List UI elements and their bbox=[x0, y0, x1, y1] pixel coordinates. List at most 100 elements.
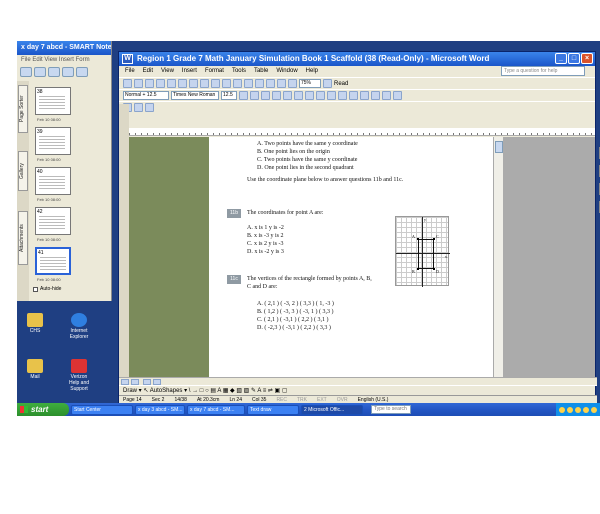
font-select[interactable]: Times New Roman bbox=[171, 91, 219, 100]
columns-icon[interactable] bbox=[266, 79, 275, 88]
show-hide-icon[interactable] bbox=[288, 79, 297, 88]
menu-table[interactable]: Table bbox=[254, 66, 268, 77]
new-icon[interactable] bbox=[123, 79, 132, 88]
taskbar-button[interactable]: x day 7 abcd - SM... bbox=[187, 404, 245, 415]
desktop-icon-verizon-help[interactable]: Verizon Help and Support bbox=[67, 359, 91, 392]
cut-icon[interactable] bbox=[189, 79, 198, 88]
tray-icon[interactable] bbox=[575, 406, 581, 413]
menu-tools[interactable]: Tools bbox=[232, 66, 246, 77]
toolbar-icon[interactable] bbox=[145, 103, 154, 112]
paste-icon[interactable] bbox=[211, 79, 220, 88]
align-center-icon[interactable] bbox=[283, 91, 292, 100]
formatting-toolbar: Normal + 12.5 Times New Roman 12.5 bbox=[119, 89, 595, 101]
tab-page-sorter[interactable]: Page Sorter bbox=[18, 85, 28, 133]
forward-icon[interactable] bbox=[34, 67, 46, 77]
horizontal-ruler[interactable] bbox=[129, 128, 595, 136]
word-title-bar[interactable]: W Region 1 Grade 7 Math January Simulati… bbox=[119, 52, 595, 66]
page-icon[interactable] bbox=[48, 67, 60, 77]
drawing-icon[interactable] bbox=[277, 79, 286, 88]
tray-icon[interactable] bbox=[591, 406, 597, 413]
document-workspace: A. Two points have the same y coordinate… bbox=[129, 137, 497, 377]
tray-icon[interactable] bbox=[583, 406, 589, 413]
tray-icon[interactable] bbox=[559, 406, 565, 413]
taskbar-button[interactable]: Text draw bbox=[247, 404, 299, 415]
size-select[interactable]: 12.5 bbox=[221, 91, 237, 100]
vertical-scrollbar[interactable] bbox=[493, 137, 503, 377]
font-color-icon[interactable] bbox=[393, 91, 402, 100]
taskbar-button[interactable]: x day 3 abcd - SM... bbox=[135, 404, 185, 415]
save-icon[interactable] bbox=[76, 67, 88, 77]
tab-gallery[interactable]: Gallery bbox=[18, 151, 28, 191]
tab-attachments[interactable]: Attachments bbox=[18, 211, 28, 265]
hyperlink-icon[interactable] bbox=[244, 79, 253, 88]
taskbar-button-active[interactable]: 2 Microsoft Offic... bbox=[301, 404, 363, 415]
thumbnail-page-selected[interactable]: 41 bbox=[35, 247, 71, 275]
table-icon[interactable] bbox=[255, 79, 264, 88]
point-d bbox=[433, 268, 435, 270]
document-page[interactable]: A. Two points have the same y coordinate… bbox=[209, 137, 497, 377]
autoshapes-menu[interactable]: AutoShapes bbox=[150, 388, 183, 394]
thumbnail-page[interactable]: 42 bbox=[35, 207, 71, 235]
read-button[interactable]: Read bbox=[334, 81, 348, 87]
scroll-thumb[interactable] bbox=[495, 141, 503, 153]
style-select[interactable]: Normal + 12.5 bbox=[123, 91, 169, 100]
taskbar-button[interactable]: Start Center bbox=[71, 404, 133, 415]
italic-icon[interactable] bbox=[250, 91, 259, 100]
numbering-icon[interactable] bbox=[327, 91, 336, 100]
copy-icon[interactable] bbox=[200, 79, 209, 88]
close-button[interactable]: × bbox=[581, 53, 593, 64]
side-tabs: Page Sorter Gallery Attachments bbox=[17, 81, 29, 301]
highlight-icon[interactable] bbox=[382, 91, 391, 100]
increase-indent-icon[interactable] bbox=[360, 91, 369, 100]
menu-edit[interactable]: Edit bbox=[143, 66, 153, 77]
menu-insert[interactable]: Insert bbox=[182, 66, 197, 77]
align-left-icon[interactable] bbox=[272, 91, 281, 100]
screen-icon[interactable] bbox=[62, 67, 74, 77]
spelling-icon[interactable] bbox=[178, 79, 187, 88]
desktop-icon-internet-explorer[interactable]: Internet Explorer bbox=[67, 313, 91, 340]
toolbar-icon[interactable] bbox=[134, 103, 143, 112]
preview-icon[interactable] bbox=[167, 79, 176, 88]
maximize-button[interactable]: □ bbox=[568, 53, 580, 64]
thumbnail-page[interactable]: 39 bbox=[35, 127, 71, 155]
menu-help[interactable]: Help bbox=[306, 66, 318, 77]
taskbar-search-input[interactable]: Type to search bbox=[371, 405, 411, 414]
desktop-icon-chs[interactable]: CHS bbox=[23, 313, 47, 334]
minimize-button[interactable]: _ bbox=[555, 53, 567, 64]
autohide-checkbox[interactable]: Auto-hide bbox=[33, 286, 61, 292]
undo-icon[interactable] bbox=[222, 79, 231, 88]
menu-file[interactable]: File bbox=[125, 66, 135, 77]
align-right-icon[interactable] bbox=[294, 91, 303, 100]
decrease-indent-icon[interactable] bbox=[349, 91, 358, 100]
menu-view[interactable]: View bbox=[161, 66, 174, 77]
bullets-icon[interactable] bbox=[338, 91, 347, 100]
redo-icon[interactable] bbox=[233, 79, 242, 88]
point-b bbox=[417, 268, 419, 270]
menu-format[interactable]: Format bbox=[205, 66, 224, 77]
tray-icon[interactable] bbox=[567, 406, 573, 413]
help-icon bbox=[71, 359, 87, 373]
bold-icon[interactable] bbox=[239, 91, 248, 100]
line-spacing-icon[interactable] bbox=[316, 91, 325, 100]
underline-icon[interactable] bbox=[261, 91, 270, 100]
help-icon[interactable] bbox=[323, 79, 332, 88]
back-icon[interactable] bbox=[20, 67, 32, 77]
justify-icon[interactable] bbox=[305, 91, 314, 100]
instruction-text: Use the coordinate plane below to answer… bbox=[247, 177, 404, 183]
menu-window[interactable]: Window bbox=[276, 66, 297, 77]
thumbnail-page[interactable]: 38 bbox=[35, 87, 71, 115]
open-icon[interactable] bbox=[134, 79, 143, 88]
border-icon[interactable] bbox=[371, 91, 380, 100]
ask-question-input[interactable]: Type a question for help bbox=[501, 66, 585, 76]
answer-choice: C. x is 2 y is -3 bbox=[247, 241, 284, 247]
desktop-icon-mail[interactable]: Mail bbox=[23, 359, 47, 380]
start-button[interactable]: start bbox=[17, 403, 69, 416]
print-icon[interactable] bbox=[156, 79, 165, 88]
smart-menu-bar[interactable]: File Edit View Insert Form bbox=[17, 55, 111, 65]
save-icon[interactable] bbox=[145, 79, 154, 88]
thumbnail-page[interactable]: 40 bbox=[35, 167, 71, 195]
smart-title-bar[interactable]: x day 7 abcd - SMART Notebook bbox=[17, 41, 111, 55]
word-icon: W bbox=[122, 54, 133, 64]
zoom-select[interactable]: 75% bbox=[299, 79, 321, 88]
draw-menu[interactable]: Draw bbox=[123, 388, 137, 394]
